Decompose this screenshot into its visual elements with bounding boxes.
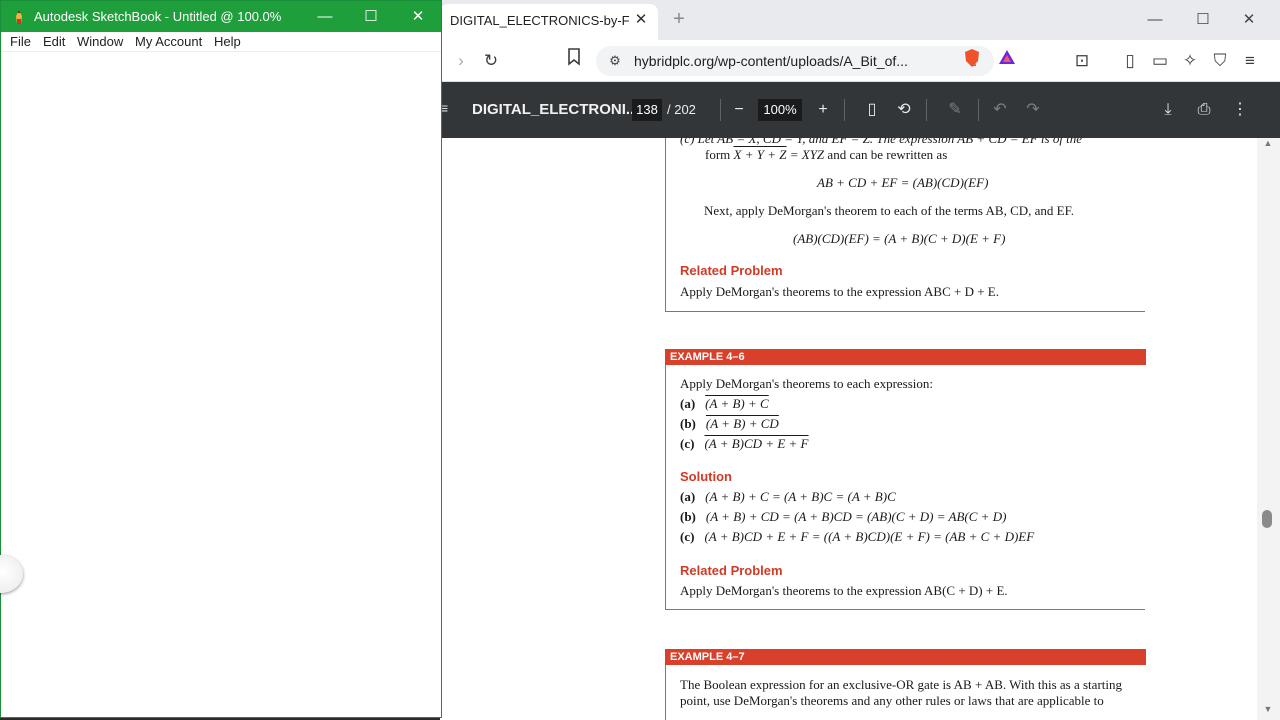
sketchbook-menubar: File Edit Window My Account Help — [1, 32, 441, 52]
browser-tab[interactable]: DIGITAL_ELECTRONICS-by-Flyod ✕ — [440, 4, 658, 40]
rewrite-equation: AB + CD + EF = (AB)(CD)(EF) — [817, 175, 989, 190]
new-tab-icon[interactable]: + — [668, 8, 690, 30]
scroll-down-icon[interactable]: ▼ — [1262, 704, 1274, 716]
sketchbook-app-icon — [16, 10, 22, 24]
menu-window[interactable]: Window — [77, 34, 123, 49]
forward-icon[interactable]: › — [448, 48, 474, 74]
download-icon[interactable]: ⤓ — [1156, 98, 1180, 122]
sidebar-icon[interactable]: ▯ — [1117, 48, 1143, 74]
drawing-canvas[interactable] — [1, 52, 441, 717]
wallet-icon[interactable]: ▭ — [1147, 48, 1173, 74]
tab-strip: DIGITAL_ELECTRONICS-by-Flyod ✕ + — ☐ ✕ — [440, 0, 1280, 40]
undo-icon[interactable]: ↶ — [988, 98, 1012, 122]
toolbar-divider — [926, 99, 927, 121]
address-bar[interactable]: ⚙ hybridplc.org/wp-content/uploads/A_Bit… — [596, 46, 994, 76]
toolbar-divider — [720, 99, 721, 121]
solution-b: (b) (A + B) + CD = (A + B)CD = (AB)(C + D… — [680, 509, 1007, 524]
pdf-toolbar: ≡ DIGITAL_ELECTRONI... 138 / 202 − 100% … — [440, 82, 1280, 138]
close-window-icon[interactable]: ✕ — [1234, 8, 1264, 32]
menu-my-account[interactable]: My Account — [135, 34, 202, 49]
url-text: hybridplc.org/wp-content/uploads/A_Bit_o… — [634, 53, 908, 69]
toolbar-divider — [844, 99, 845, 121]
site-info-icon[interactable]: ⚙ — [606, 52, 624, 70]
ex6-part-c: (c) (A + B)CD + E + F — [680, 436, 809, 451]
brave-rewards-icon[interactable] — [994, 48, 1020, 74]
sketchbook-maximize-icon[interactable]: ☐ — [357, 5, 385, 29]
print-icon[interactable]: ⎙ — [1192, 98, 1216, 122]
example-4-7-header: EXAMPLE 4–7 — [665, 649, 1146, 665]
doc-top-line: (c) Let AB = X, CD = Y, and EF = Z. The … — [680, 138, 1083, 146]
doc-form-line: form X + Y + Z = XYZ and can be rewritte… — [705, 147, 948, 162]
pdf-scrollbar[interactable]: ▲ ▼ — [1257, 138, 1280, 720]
box-border-left — [665, 365, 666, 610]
sketchbook-window: Autodesk SketchBook - Untitled @ 100.0% … — [0, 0, 442, 718]
page-number-input[interactable]: 138 — [632, 99, 662, 121]
example-4-7-line-1: The Boolean expression for an exclusive-… — [680, 677, 1122, 692]
example-4-7-line-2: point, use DeMorgan's theorems and any o… — [680, 693, 1104, 708]
zoom-in-icon[interactable]: + — [811, 98, 835, 122]
sketchbook-close-icon[interactable]: ✕ — [404, 5, 432, 29]
menu-help[interactable]: Help — [214, 34, 241, 49]
minimize-icon[interactable]: — — [1140, 8, 1170, 32]
box-border-bottom — [665, 609, 1145, 610]
demorgan-sentence: Next, apply DeMorgan's theorem to each o… — [704, 203, 1075, 218]
zoom-level-input[interactable]: 100% — [758, 99, 802, 121]
zoom-out-icon[interactable]: − — [727, 98, 751, 122]
sketchbook-minimize-icon[interactable]: — — [311, 5, 339, 29]
menu-edit[interactable]: Edit — [43, 34, 65, 49]
demorgan-equation: (AB)(CD)(EF) = (A + B)(C + D)(E + F) — [793, 231, 1006, 246]
browser-window: DIGITAL_ELECTRONICS-by-Flyod ✕ + — ☐ ✕ ›… — [440, 0, 1280, 720]
related-problem-heading: Related Problem — [680, 263, 783, 278]
brave-shield-icon[interactable] — [959, 48, 985, 74]
annotate-icon[interactable]: ✎ — [943, 98, 967, 122]
toolbar-divider — [978, 99, 979, 121]
ex6-part-a: (a) (A + B) + C — [680, 396, 769, 411]
reload-icon[interactable]: ↻ — [478, 48, 504, 74]
sketchbook-titlebar[interactable]: Autodesk SketchBook - Untitled @ 100.0% … — [1, 1, 441, 32]
tab-close-icon[interactable]: ✕ — [632, 11, 650, 29]
box-border-left — [665, 665, 666, 720]
solution-heading: Solution — [680, 469, 732, 484]
solution-a: (a) (A + B) + C = (A + B)C = (A + B)C — [680, 489, 896, 504]
related-problem-text: Apply DeMorgan's theorems to the express… — [680, 583, 1008, 598]
browser-toolbar: › ↻ ⚙ hybridplc.org/wp-content/uploads/A… — [440, 40, 1280, 82]
fit-page-icon[interactable]: ▯ — [860, 98, 884, 122]
pdf-title: DIGITAL_ELECTRONI... — [472, 101, 639, 118]
leo-ai-icon[interactable]: ✧ — [1177, 48, 1203, 74]
pdf-viewport[interactable]: (c) Let AB = X, CD = Y, and EF = Z. The … — [440, 138, 1280, 720]
related-problem-heading: Related Problem — [680, 563, 783, 578]
bookmark-icon[interactable] — [561, 48, 587, 74]
scroll-thumb[interactable] — [1262, 510, 1272, 528]
example-4-6-header: EXAMPLE 4–6 — [665, 349, 1146, 365]
maximize-icon[interactable]: ☐ — [1188, 8, 1218, 32]
redo-icon[interactable]: ↷ — [1021, 98, 1045, 122]
reader-mode-icon[interactable]: ⊡ — [1069, 48, 1095, 74]
rotate-icon[interactable]: ⟲ — [892, 98, 916, 122]
menu-file[interactable]: File — [10, 34, 31, 49]
tab-title: DIGITAL_ELECTRONICS-by-Flyod — [450, 13, 630, 28]
box-border-left — [665, 138, 666, 312]
page-total: / 202 — [667, 102, 696, 117]
vpn-icon[interactable]: ⛉ — [1207, 48, 1233, 74]
menu-icon[interactable]: ≡ — [1237, 48, 1263, 74]
solution-c: (c) (A + B)CD + E + F = ((A + B)CD)(E + F… — [680, 529, 1035, 544]
box-border-bottom — [665, 311, 1145, 312]
more-options-icon[interactable]: ⋮ — [1228, 98, 1252, 122]
example-4-6-intro: Apply DeMorgan's theorems to each expres… — [680, 376, 934, 391]
sketchbook-title: Autodesk SketchBook - Untitled @ 100.0% — [34, 9, 282, 24]
scroll-up-icon[interactable]: ▲ — [1262, 138, 1274, 150]
related-problem-text: Apply DeMorgan's theorems to the express… — [680, 284, 999, 299]
ex6-part-b: (b) (A + B) + CD — [680, 416, 779, 431]
